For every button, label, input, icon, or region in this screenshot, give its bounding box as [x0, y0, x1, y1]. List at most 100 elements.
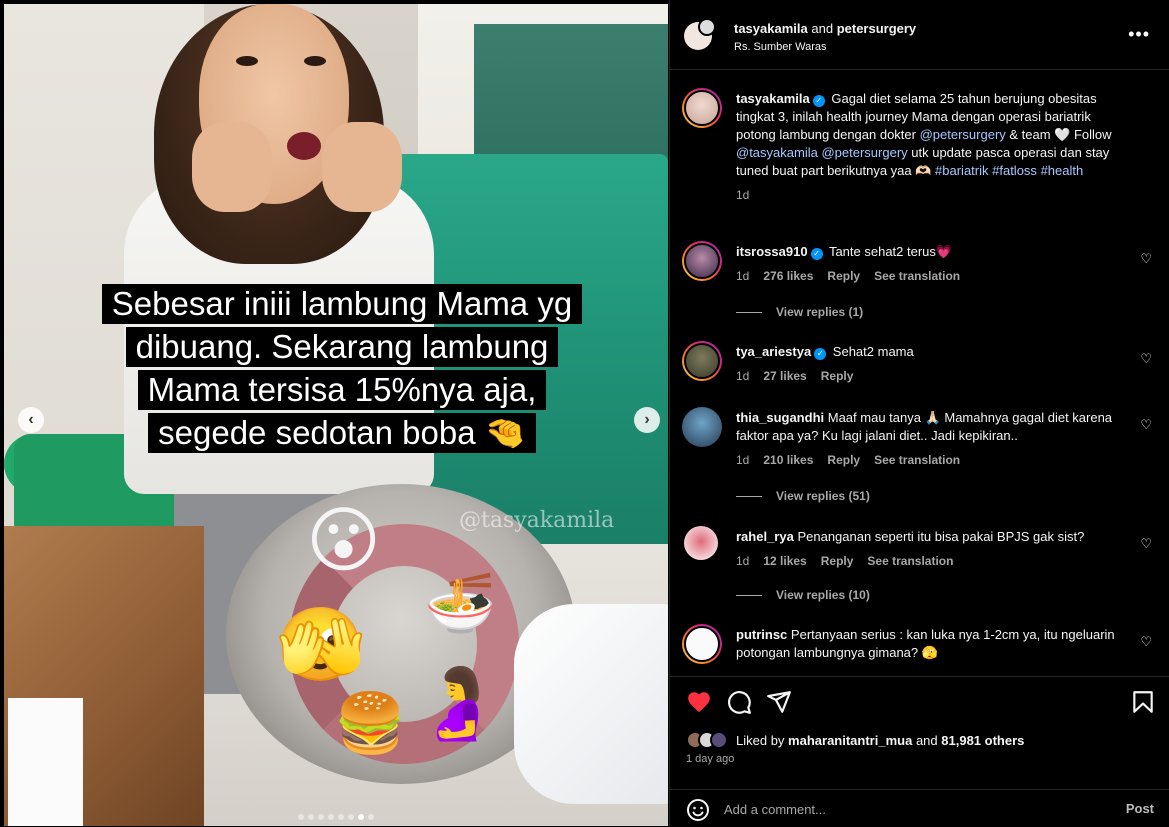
instagram-post-window: 😮 🫣 🍜 🍔 🤰 Sebesar iniii lambung Mama yg … — [0, 0, 1169, 826]
reply-button[interactable]: Reply — [827, 451, 860, 469]
comment-body: tya_ariestya ✓ Sehat2 mama 1d 27 likes Re… — [736, 343, 1126, 385]
comment-meta: 1d 27 likes Reply — [736, 367, 1126, 385]
smiley-icon[interactable] — [686, 798, 710, 822]
comments-list[interactable]: tasyakamila ✓ Gagal diet selama 25 tahun … — [670, 71, 1169, 676]
media-caption-overlay: Sebesar iniii lambung Mama yg dibuang. S… — [72, 284, 612, 456]
and-text: and — [811, 21, 834, 36]
add-comment-bar: Post — [670, 789, 1169, 827]
carousel-dot — [348, 814, 354, 820]
avatar[interactable] — [682, 88, 722, 128]
comment-body: putrinsc Pertanyaan serius : kan luka ny… — [736, 626, 1126, 662]
comment-text: Sehat2 mama — [832, 344, 914, 359]
hashtag-link[interactable]: #health — [1041, 163, 1084, 178]
like-comment-heart-icon[interactable]: ♡ — [1140, 536, 1152, 552]
mention-link[interactable]: @petersurgery — [920, 127, 1006, 142]
reply-button[interactable]: Reply — [821, 552, 854, 570]
mention-link[interactable]: @tasyakamila — [736, 145, 818, 160]
divider-line — [736, 311, 762, 313]
caption-meta: 1d — [736, 186, 1134, 204]
view-replies-button[interactable]: View replies (10) — [736, 588, 870, 602]
caption-body: tasyakamila ✓ Gagal diet selama 25 tahun … — [736, 90, 1134, 204]
caption-line: Sebesar iniii lambung Mama yg — [101, 284, 583, 324]
comment-likes[interactable]: 276 likes — [763, 267, 813, 285]
like-comment-heart-icon[interactable]: ♡ — [1140, 634, 1152, 650]
post-authors: tasyakamila and petersurgery — [734, 21, 916, 36]
like-comment-heart-icon[interactable]: ♡ — [1140, 251, 1152, 267]
caption-time: 1d — [736, 188, 750, 202]
view-replies-label: View replies (51) — [776, 489, 870, 503]
avatar[interactable] — [682, 624, 722, 664]
avatar[interactable] — [682, 407, 722, 447]
send-icon[interactable] — [766, 689, 792, 715]
caption-line: dibuang. Sekarang lambung — [125, 327, 559, 367]
noodles-emoji: 🍜 — [424, 569, 497, 637]
bookmark-icon[interactable] — [1130, 689, 1156, 715]
liked-prefix: Liked by — [736, 732, 785, 748]
hashtag-link[interactable]: #bariatrik — [935, 163, 988, 178]
avatar — [710, 731, 728, 749]
view-replies-button[interactable]: View replies (1) — [736, 305, 863, 319]
see-translation-button[interactable]: See translation — [874, 267, 960, 285]
person-eye — [236, 56, 258, 66]
person-eye — [304, 56, 326, 66]
comment-time: 1d — [736, 554, 750, 568]
post-comment-button[interactable]: Post — [1126, 801, 1154, 816]
chevron-left-icon: ‹ — [28, 411, 34, 428]
caption-username[interactable]: tasyakamila — [736, 91, 810, 106]
heart-filled-icon[interactable] — [686, 689, 712, 715]
avatar[interactable] — [698, 18, 716, 36]
caption-line: segede sedotan boba 🤏 — [148, 413, 536, 453]
comment-likes[interactable]: 210 likes — [763, 451, 813, 469]
see-translation-button[interactable]: See translation — [867, 552, 953, 570]
comment-body: itsrossa910 ✓ Tante sehat2 terus💗 1d 276 … — [736, 243, 1126, 285]
carousel-dot — [338, 814, 344, 820]
comment-username[interactable]: thia_sugandhi — [736, 410, 824, 425]
like-comment-heart-icon[interactable]: ♡ — [1140, 417, 1152, 433]
avatar[interactable] — [684, 526, 718, 560]
person-hand — [192, 122, 272, 212]
previous-slide-button[interactable]: ‹ — [18, 407, 44, 433]
view-replies-button[interactable]: View replies (51) — [736, 489, 870, 503]
comment-username[interactable]: tya_ariestya — [736, 344, 811, 359]
liked-user-link[interactable]: maharanitantri_mua — [788, 733, 912, 748]
liked-others-link[interactable]: 81,981 others — [941, 733, 1024, 748]
divider-line — [736, 495, 762, 497]
reply-button[interactable]: Reply — [821, 367, 854, 385]
avatar[interactable] — [682, 341, 722, 381]
comment-meta: 1d 276 likes Reply See translation — [736, 267, 1126, 285]
burger-emoji: 🍔 — [334, 689, 407, 757]
post-media-carousel[interactable]: 😮 🫣 🍜 🍔 🤰 Sebesar iniii lambung Mama yg … — [4, 4, 668, 826]
like-comment-heart-icon[interactable]: ♡ — [1140, 351, 1152, 367]
hashtag-link[interactable]: #fatloss — [992, 163, 1037, 178]
comment-time: 1d — [736, 369, 750, 383]
comment-likes[interactable]: 27 likes — [763, 367, 806, 385]
comment-time: 1d — [736, 269, 750, 283]
comment-meta: 1d 210 likes Reply See translation — [736, 451, 1126, 469]
liked-and: and — [915, 732, 938, 748]
comment-username[interactable]: putrinsc — [736, 627, 787, 642]
comment-time: 1d — [736, 453, 750, 467]
more-options-icon[interactable]: ••• — [1128, 24, 1150, 45]
author-username[interactable]: petersurgery — [837, 21, 916, 36]
next-slide-button[interactable]: › — [634, 407, 660, 433]
see-translation-button[interactable]: See translation — [874, 451, 960, 469]
verified-badge-icon: ✓ — [810, 248, 823, 260]
divider-line — [736, 594, 762, 596]
comment-meta: 1d 12 likes Reply See translation — [736, 552, 1126, 570]
reply-button[interactable]: Reply — [827, 267, 860, 285]
comment-likes[interactable]: 12 likes — [763, 552, 806, 570]
gloved-hand — [514, 604, 668, 804]
carousel-dot — [318, 814, 324, 820]
mention-link[interactable]: @petersurgery — [821, 145, 907, 160]
caption-line: Mama tersisa 15%nya aja, — [137, 370, 547, 410]
chevron-right-icon: › — [644, 411, 650, 428]
caption-text: & team 🤍 Follow — [1005, 127, 1112, 142]
person-mouth — [287, 132, 321, 160]
author-username[interactable]: tasyakamila — [734, 21, 808, 36]
comment-username[interactable]: rahel_rya — [736, 529, 794, 544]
comment-username[interactable]: itsrossa910 — [736, 244, 808, 259]
location-link[interactable]: Rs. Sumber Waras — [734, 41, 827, 53]
comment-input[interactable] — [724, 798, 1104, 820]
avatar[interactable] — [682, 241, 722, 281]
comment-icon[interactable] — [726, 689, 752, 715]
